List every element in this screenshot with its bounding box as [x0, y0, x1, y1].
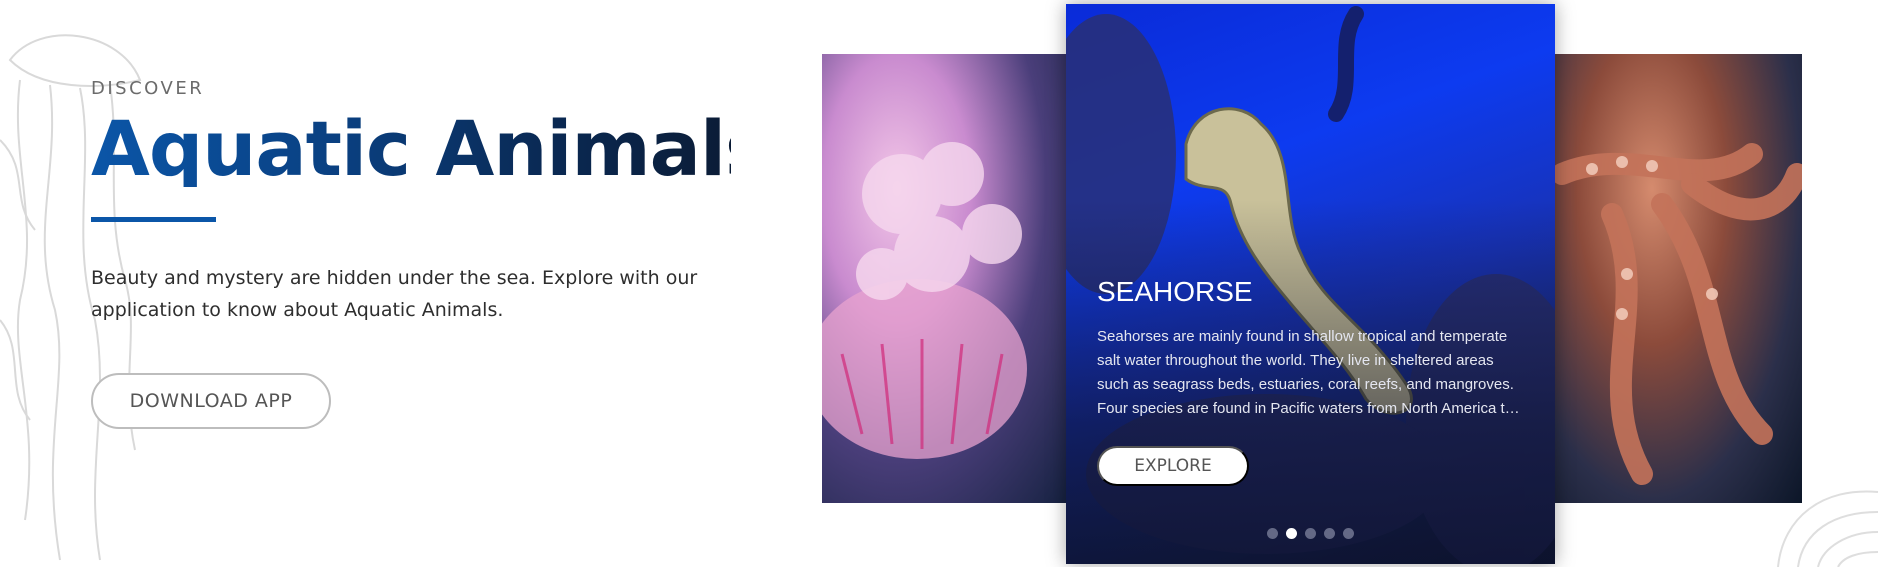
download-app-button[interactable]: DOWNLOAD APP: [91, 373, 331, 429]
jellyfish-image: [822, 142, 1027, 459]
pagination-dot[interactable]: [1343, 528, 1354, 539]
slide-description: Seahorses are mainly found in shallow tr…: [1097, 328, 1514, 417]
slide-seahorse[interactable]: SEAHORSE Seahorses are mainly found in s…: [1066, 4, 1555, 564]
pagination-dot-active[interactable]: [1286, 528, 1297, 539]
carousel-pagination: [1066, 528, 1555, 539]
slide-title: SEAHORSE: [1097, 276, 1253, 307]
pagination-dot[interactable]: [1305, 528, 1316, 539]
hero-text: DISCOVER Aquatic Animals Beauty and myst…: [91, 78, 770, 326]
animal-carousel: SEAHORSE Seahorses are mainly found in s…: [822, 0, 1802, 567]
page-title: Aquatic Animals: [91, 104, 770, 193]
explore-button[interactable]: EXPLORE: [1097, 446, 1249, 486]
pagination-dot[interactable]: [1324, 528, 1335, 539]
title-underline: [91, 217, 216, 222]
hero-description: Beauty and mystery are hidden under the …: [91, 267, 698, 321]
slide-jellyfish[interactable]: [822, 54, 1072, 503]
pagination-dot[interactable]: [1267, 528, 1278, 539]
eyebrow-label: DISCOVER: [91, 78, 205, 99]
octopus-image: [1552, 143, 1802, 485]
slide-octopus[interactable]: [1552, 54, 1802, 503]
